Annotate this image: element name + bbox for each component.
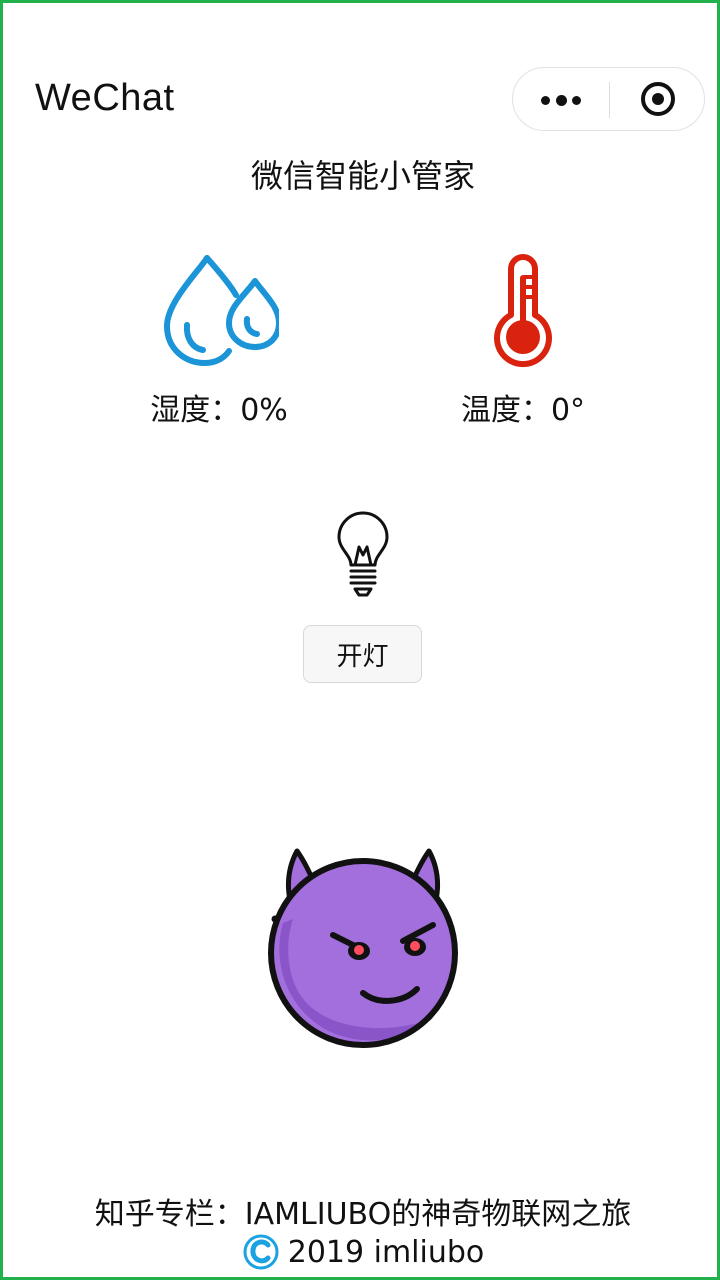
nav-title: WeChat (35, 77, 175, 119)
navigation-bar: WeChat (3, 63, 720, 139)
turn-on-light-button[interactable]: 开灯 (303, 625, 422, 683)
water-drops-icon (164, 255, 279, 366)
dot (541, 96, 550, 105)
page-title: 微信智能小管家 (250, 157, 475, 195)
humidity-sensor: 湿度：0% (129, 253, 309, 429)
temperature-label: 温度：0° (460, 393, 586, 428)
humidity-label: 湿度：0% (150, 393, 288, 428)
temperature-sensor: 温度：0° (433, 253, 613, 429)
purple-devil-icon (263, 843, 463, 1053)
copyright-text: 2019 imliubo (287, 1234, 485, 1270)
more-dots-icon[interactable] (513, 68, 609, 130)
zhihu-column-text: 知乎专栏：IAMLIUBO的神奇物联网之旅 (94, 1197, 632, 1232)
copyright-line: 2019 imliubo (3, 1233, 720, 1271)
menu-capsule (512, 67, 705, 131)
dot (556, 95, 567, 106)
thermometer-icon (494, 254, 552, 367)
app-frame: WeChat 微信智能小管家 湿度：0% 温度：0° 开灯 知乎专栏：IAMLI… (0, 0, 720, 1280)
dot (572, 96, 581, 105)
copyright-icon (243, 1234, 279, 1270)
close-target-icon[interactable] (610, 68, 705, 130)
light-bulb-icon (333, 511, 393, 601)
